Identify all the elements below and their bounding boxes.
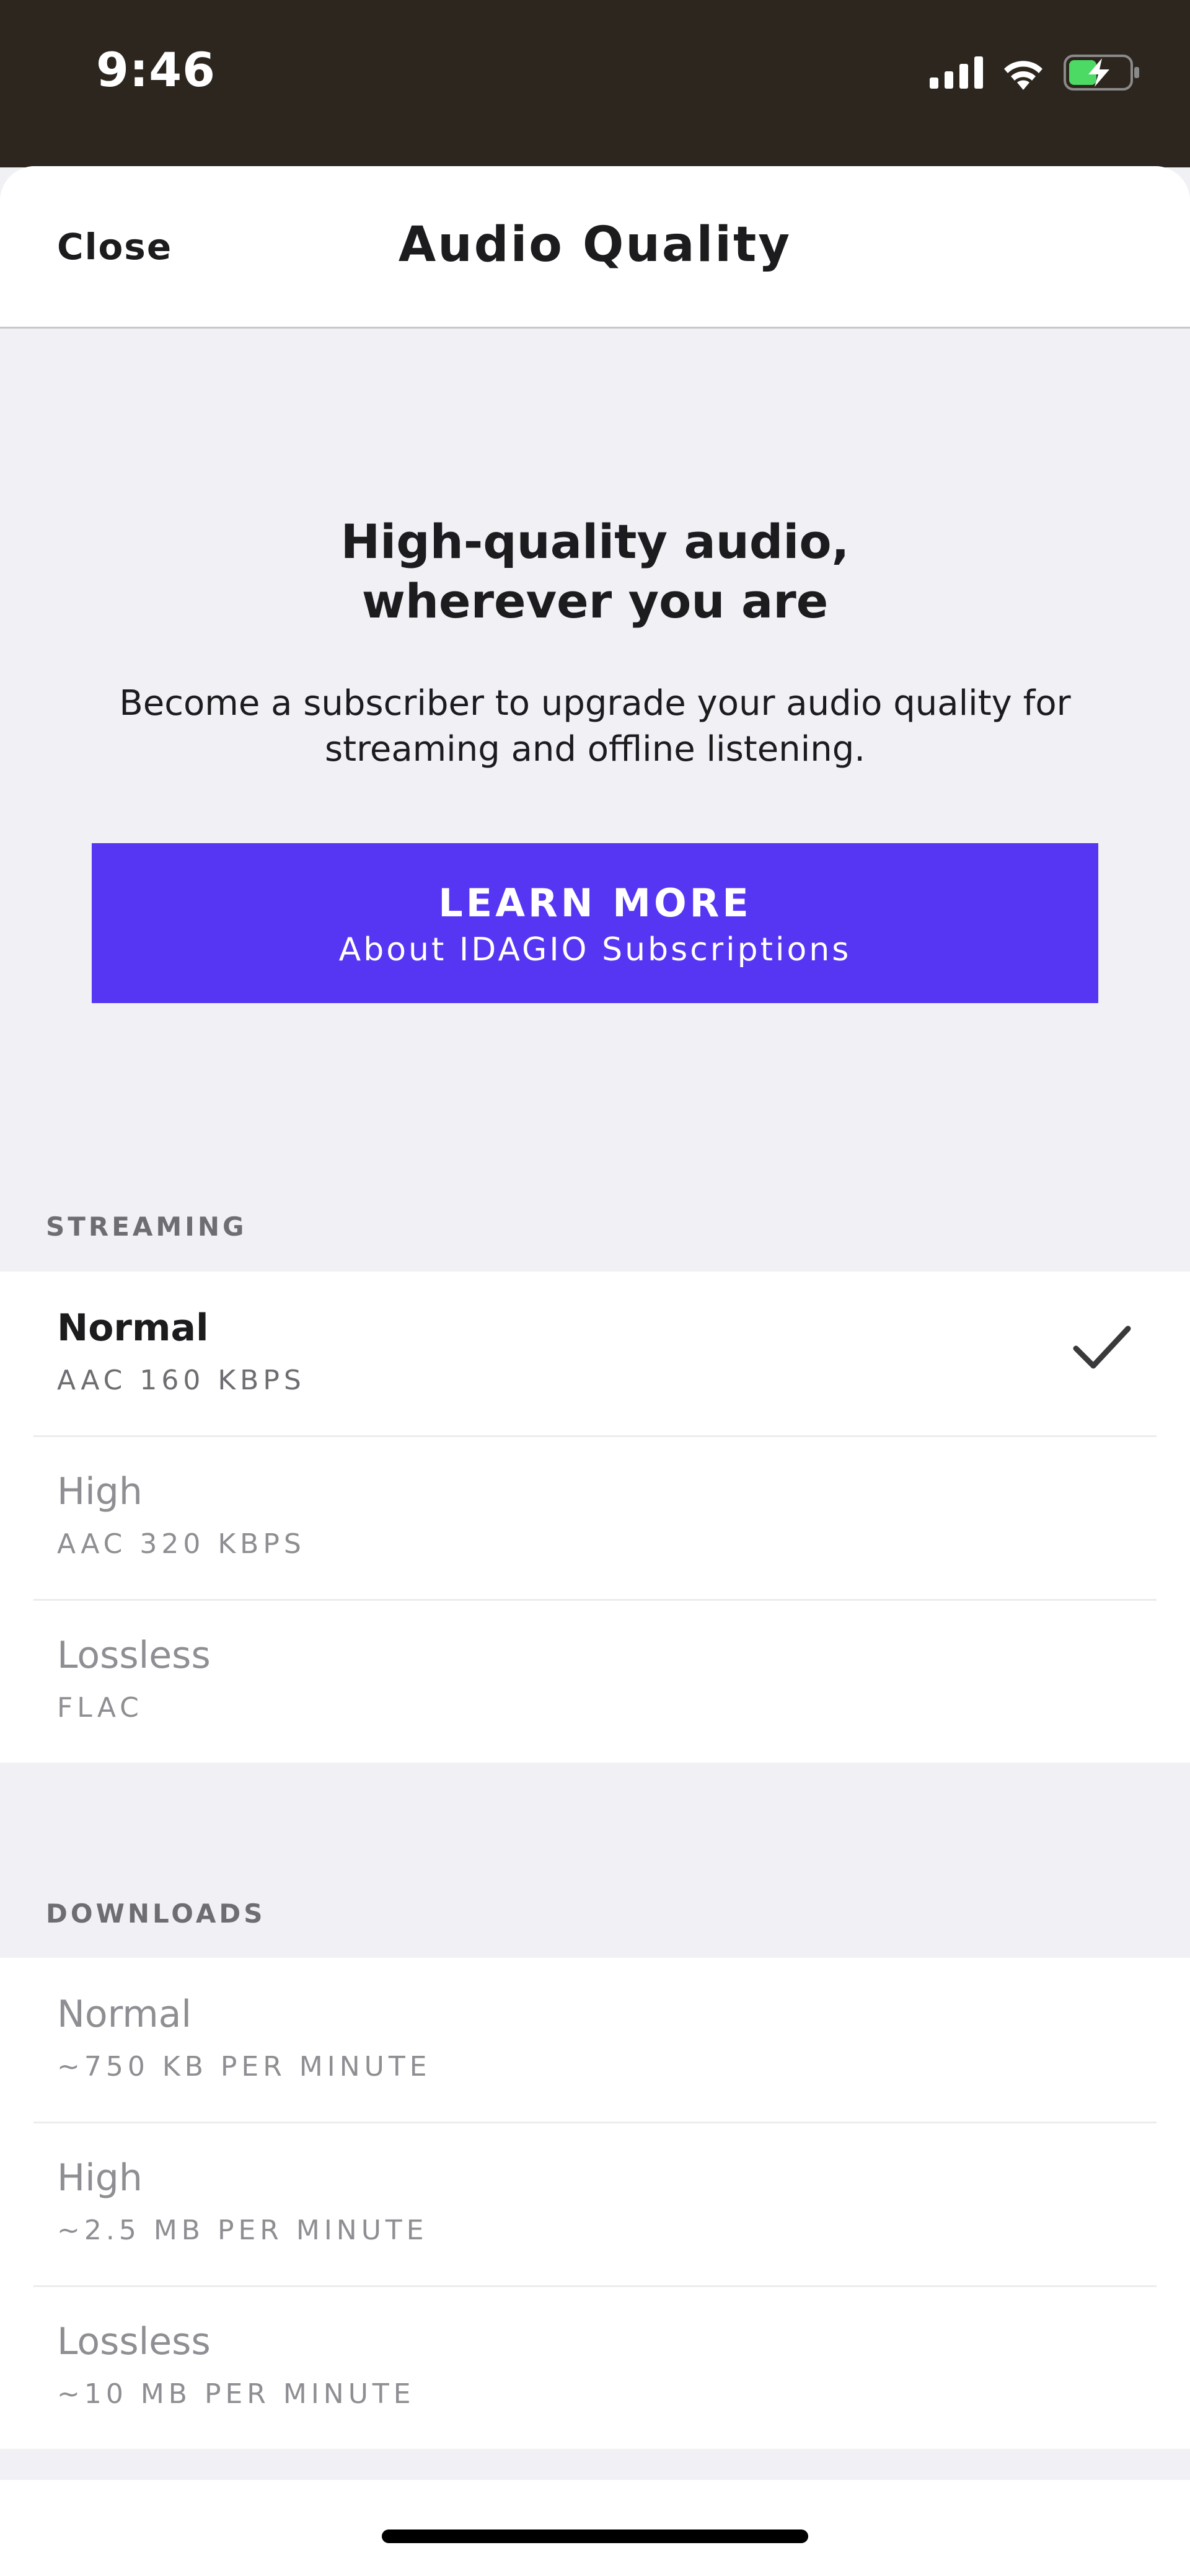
streaming-option-lossless[interactable]: Lossless FLAC [0,1599,1190,1763]
promo-heading-line: High-quality audio, [340,514,850,569]
downloads-option-normal[interactable]: Normal ~750 KB PER MINUTE [0,1958,1190,2122]
option-detail: AAC 320 KBPS [57,1528,306,1560]
option-detail: ~2.5 MB PER MINUTE [57,2215,428,2246]
option-detail: ~10 MB PER MINUTE [57,2378,415,2410]
status-time: 9:46 [96,42,216,97]
home-indicator[interactable] [382,2530,808,2543]
promo-description-line: Become a subscriber to upgrade your audi… [119,683,1071,724]
option-detail: AAC 160 KBPS [57,1365,306,1396]
streaming-option-normal[interactable]: Normal AAC 160 KBPS [0,1272,1190,1435]
downloads-section-header: DOWNLOADS [46,1898,266,1929]
option-label: Lossless [57,1634,211,1677]
learn-more-title: LEARN MORE [438,880,752,926]
audio-quality-sheet: Close Audio Quality High-quality audio, … [0,166,1190,2576]
page-title: Audio Quality [398,217,792,273]
downloads-option-high[interactable]: High ~2.5 MB PER MINUTE [0,2122,1190,2285]
home-indicator-area [0,2480,1190,2576]
nav-bar: Close Audio Quality [0,166,1190,329]
option-label: High [57,1470,143,1513]
option-label: Normal [57,1993,192,2036]
wifi-icon [1004,61,1042,90]
promo-heading: High-quality audio, wherever you are [0,512,1190,631]
checkmark-icon [1073,1326,1131,1369]
signal-icon [930,56,983,89]
option-detail: FLAC [57,1692,143,1724]
learn-more-button[interactable]: LEARN MORE About IDAGIO Subscriptions [92,843,1098,1003]
streaming-section-header: STREAMING [46,1211,247,1242]
option-label: Lossless [57,2320,211,2363]
downloads-options-list: Normal ~750 KB PER MINUTE High ~2.5 MB P… [0,1958,1190,2449]
learn-more-subtitle: About IDAGIO Subscriptions [338,931,852,968]
option-label: High [57,2156,143,2200]
streaming-options-list: Normal AAC 160 KBPS High AAC 320 KBPS Lo… [0,1272,1190,1763]
status-icons [930,51,1140,94]
streaming-option-high[interactable]: High AAC 320 KBPS [0,1435,1190,1599]
promo-description: Become a subscriber to upgrade your audi… [0,681,1190,772]
promo-description-line: streaming and offline listening. [324,729,866,769]
battery-charging-icon [1064,55,1139,91]
option-label: Normal [57,1306,209,1350]
option-detail: ~750 KB PER MINUTE [57,2051,431,2082]
status-bar: 9:46 [0,0,1190,167]
downloads-option-lossless[interactable]: Lossless ~10 MB PER MINUTE [0,2285,1190,2449]
promo-heading-line: wherever you are [361,573,829,629]
